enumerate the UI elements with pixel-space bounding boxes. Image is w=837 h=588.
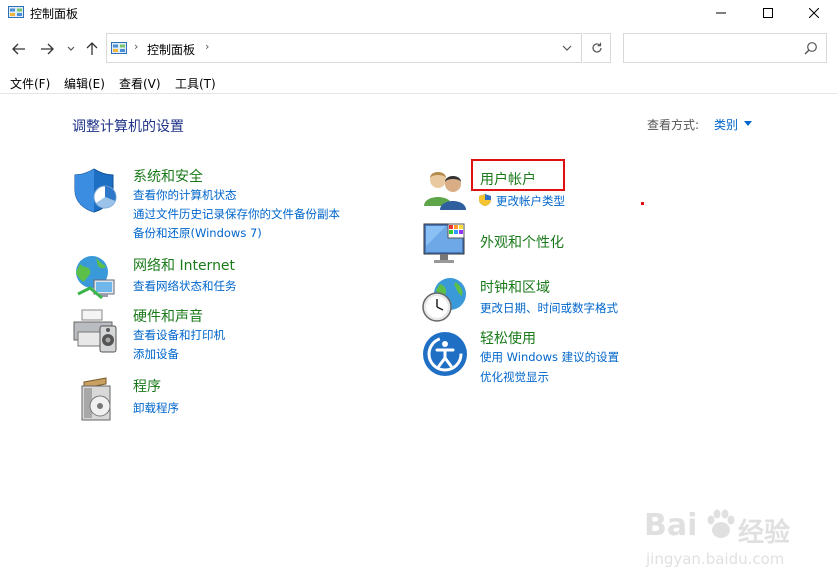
- search-box[interactable]: [623, 33, 827, 63]
- category-title-appearance[interactable]: 外观和个性化: [480, 232, 564, 252]
- chevron-down-icon: [67, 46, 75, 51]
- red-marker: [641, 202, 644, 205]
- printer-icon[interactable]: [72, 306, 120, 354]
- breadcrumb-control-panel[interactable]: 控制面板: [147, 41, 195, 58]
- breadcrumb-separator-icon[interactable]: ›: [205, 40, 209, 53]
- category-title-ease-of-access[interactable]: 轻松使用: [480, 328, 536, 348]
- link-backup-restore[interactable]: 备份和还原(Windows 7): [133, 225, 262, 241]
- minimize-icon: [716, 12, 726, 14]
- back-button[interactable]: [8, 38, 30, 60]
- arrow-up-icon: [86, 42, 98, 55]
- arrow-right-icon: [41, 43, 54, 55]
- up-button[interactable]: [81, 38, 103, 60]
- clock-globe-icon[interactable]: [420, 276, 468, 324]
- refresh-icon: [591, 42, 602, 53]
- category-title-programs[interactable]: 程序: [133, 376, 161, 396]
- address-bar[interactable]: › 控制面板 ›: [106, 33, 582, 63]
- minimize-button[interactable]: [698, 0, 744, 26]
- menu-tools[interactable]: 工具(T): [175, 75, 216, 92]
- menu-file[interactable]: 文件(F): [10, 75, 50, 92]
- forward-button[interactable]: [36, 38, 58, 60]
- close-icon: [809, 8, 819, 18]
- recent-locations-button[interactable]: [63, 38, 79, 60]
- link-add-device[interactable]: 添加设备: [133, 346, 179, 362]
- link-change-date-time[interactable]: 更改日期、时间或数字格式: [480, 300, 618, 316]
- breadcrumb-separator-icon[interactable]: ›: [134, 40, 138, 53]
- category-title-clock-region[interactable]: 时钟和区域: [480, 277, 550, 297]
- link-devices-printers[interactable]: 查看设备和打印机: [133, 327, 225, 343]
- user-accounts-icon[interactable]: [420, 166, 468, 214]
- shield-icon[interactable]: [72, 166, 120, 214]
- appearance-monitor-icon[interactable]: [420, 220, 468, 268]
- chevron-down-icon: [562, 45, 572, 51]
- title-bar: 控制面板: [0, 0, 837, 26]
- watermark-brand: Bai: [644, 508, 698, 543]
- link-view-computer-status[interactable]: 查看你的计算机状态: [133, 187, 237, 203]
- refresh-button[interactable]: [583, 33, 611, 63]
- view-by-label: 查看方式:: [647, 118, 700, 132]
- category-title-hardware-sound[interactable]: 硬件和声音: [133, 306, 203, 326]
- search-input[interactable]: [628, 38, 798, 58]
- link-file-history[interactable]: 通过文件历史记录保存你的文件备份副本: [133, 206, 340, 222]
- link-optimize-visual-display[interactable]: 优化视觉显示: [480, 369, 549, 385]
- paw-icon: [707, 509, 735, 538]
- link-uninstall-program[interactable]: 卸载程序: [133, 400, 179, 416]
- window-title: 控制面板: [30, 7, 79, 21]
- baidu-watermark: Bai 经验 jingyan.baidu.com: [640, 500, 800, 574]
- arrow-left-icon: [12, 43, 25, 55]
- control-panel-icon: [111, 42, 127, 54]
- address-history-button[interactable]: [557, 38, 577, 58]
- highlight-box: [471, 159, 565, 191]
- uac-shield-icon: [479, 194, 491, 206]
- programs-disc-icon[interactable]: [76, 376, 124, 424]
- view-by-dropdown[interactable]: 类别: [714, 116, 738, 133]
- control-panel-icon: [8, 6, 24, 18]
- watermark-brand-cn: 经验: [738, 518, 791, 548]
- dropdown-arrow-icon[interactable]: [744, 121, 752, 126]
- watermark-url: jingyan.baidu.com: [646, 550, 785, 568]
- maximize-icon: [763, 8, 773, 18]
- maximize-button[interactable]: [745, 0, 791, 26]
- page-title: 调整计算机的设置: [72, 119, 184, 135]
- menu-bar: 文件(F) 编辑(E) 查看(V) 工具(T): [0, 72, 837, 94]
- menu-view[interactable]: 查看(V): [119, 75, 161, 92]
- category-title-network-internet[interactable]: 网络和 Internet: [133, 255, 235, 275]
- close-button[interactable]: [791, 0, 837, 26]
- ease-of-access-icon[interactable]: [421, 330, 469, 378]
- link-change-account-type[interactable]: 更改帐户类型: [496, 193, 565, 209]
- link-windows-recommended-settings[interactable]: 使用 Windows 建议的设置: [480, 349, 619, 365]
- network-globe-icon[interactable]: [72, 254, 120, 302]
- category-title-system-security[interactable]: 系统和安全: [133, 166, 203, 186]
- link-network-status[interactable]: 查看网络状态和任务: [133, 278, 237, 294]
- search-icon[interactable]: [804, 41, 818, 55]
- menu-edit[interactable]: 编辑(E): [64, 75, 105, 92]
